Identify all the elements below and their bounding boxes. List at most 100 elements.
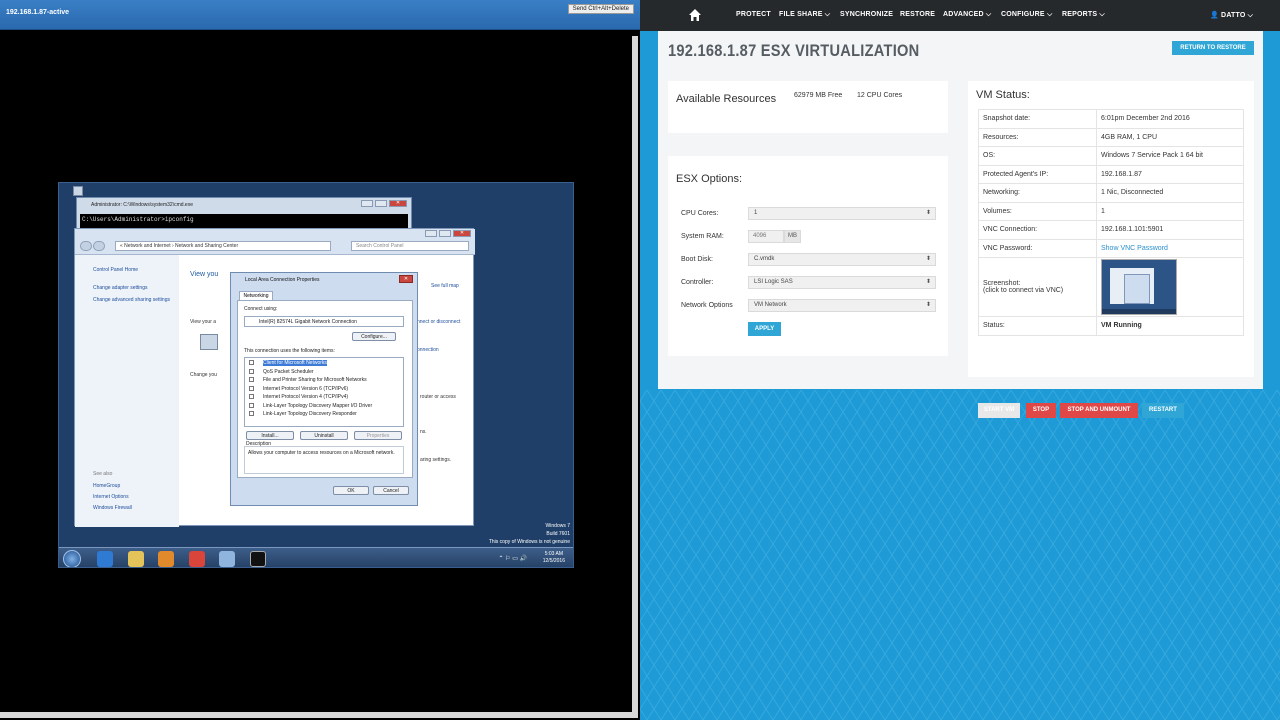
recycle-bin-icon[interactable] [73,186,83,196]
network-window-icon[interactable] [219,551,235,567]
cmd-taskbar-icon[interactable] [250,551,266,567]
stop-button[interactable]: STOP [1026,403,1056,418]
list-item[interactable]: Link-Layer Topology Discovery Responder [249,411,357,417]
guest-desktop[interactable]: Administrator: C:\Windows\system32\cmd.e… [58,182,574,568]
address-bar[interactable]: « Network and Internet › Network and Sha… [115,241,331,251]
table-row: Protected Agent's IP: 192.168.1.87 [978,164,1244,184]
minimize-button[interactable] [361,200,373,207]
vnc-viewer[interactable]: 192.168.1.87-active Send Ctrl+Alt+Delete… [0,0,640,720]
stop-and-unmount-button[interactable]: STOP AND UNMOUNT [1060,403,1138,418]
row-key: Volumes: [978,201,1097,221]
connection-link[interactable]: onnection [417,347,439,353]
folder-icon[interactable] [128,551,144,567]
system-ram-input[interactable]: 4096 [748,230,784,243]
maximize-button[interactable] [375,200,387,207]
restart-button[interactable]: RESTART [1142,403,1184,418]
resources-free: 62979 MB Free [794,92,843,99]
list-item[interactable]: Link-Layer Topology Discovery Mapper I/O… [249,403,372,409]
list-item[interactable]: Internet Protocol Version 4 (TCP/IPv4) [249,394,348,400]
checkbox[interactable] [249,394,254,400]
show-vnc-password-link[interactable]: Show VNC Password [1101,245,1168,252]
minimize-button[interactable] [425,230,437,237]
system-tray[interactable]: ⌃ ⚐ ▭ 🔊 [498,555,527,562]
install-button[interactable]: Install... [246,431,294,440]
return-to-restore-button[interactable]: RETURN TO RESTORE [1172,41,1254,55]
nav-synchronize[interactable]: SYNCHRONIZE [840,11,893,18]
ok-button[interactable]: OK [333,486,369,495]
list-item[interactable]: File and Printer Sharing for Microsoft N… [249,377,367,383]
home-icon[interactable] [688,8,702,22]
view-your-text: View your a [190,319,217,325]
vm-screenshot-thumbnail[interactable] [1101,259,1177,315]
send-ctrl-alt-delete-button[interactable]: Send Ctrl+Alt+Delete [567,4,634,14]
cmd-line: C:\Users\Administrator>ipconfig [82,216,194,223]
clock[interactable]: 5:03 AM 12/5/2016 [543,551,565,565]
resources-heading: Available Resources [676,93,777,105]
chrome-icon[interactable] [189,551,205,567]
nav-user-menu[interactable]: 👤 DATTO ⌵ [1210,11,1253,20]
internet-options-link[interactable]: Internet Options [93,494,129,500]
screenshot-label: Screenshot: [983,280,1021,287]
row-key: OS: [978,146,1097,166]
checkbox[interactable] [249,411,254,417]
row-value: Show VNC Password [1096,238,1244,258]
items-list[interactable]: Client for Microsoft Networks QoS Packet… [244,357,404,427]
controller-select[interactable]: LSI Logic SAS ⬍ [748,276,936,289]
vnc-horizontal-scrollbar[interactable] [0,712,638,718]
nav-restore[interactable]: RESTORE [900,11,935,18]
table-row: Resources: 4GB RAM, 1 CPU [978,127,1244,147]
control-panel-home-link[interactable]: Control Panel Home [93,267,138,273]
list-item[interactable]: Client for Microsoft Networks [249,360,327,366]
internet-explorer-icon[interactable] [97,551,113,567]
nav-file-share[interactable]: FILE SHARE ⌵ [779,11,830,19]
close-button[interactable]: ✕ [389,200,407,207]
nav-configure[interactable]: CONFIGURE ⌵ [1001,11,1052,19]
list-item[interactable]: Internet Protocol Version 6 (TCP/IPv6) [249,386,348,392]
uninstall-button[interactable]: Uninstall [300,431,348,440]
media-player-icon[interactable] [158,551,174,567]
forward-button[interactable] [93,241,105,251]
lan-properties-dialog[interactable]: Local Area Connection Properties ✕ Netwo… [230,272,418,506]
checkbox[interactable] [249,360,254,366]
controller-label: Controller: [681,279,714,286]
cancel-button[interactable]: Cancel [373,486,409,495]
checkbox[interactable] [249,377,254,383]
configure-button[interactable]: Configure... [352,332,396,341]
clock-time: 5:03 AM [544,551,564,557]
row-value: 192.168.1.87 [1096,164,1244,184]
ram-unit: MB [784,230,801,243]
checkbox[interactable] [249,369,254,375]
windows-firewall-link[interactable]: Windows Firewall [93,505,132,511]
network-options-select[interactable]: VM Network ⬍ [748,299,936,312]
properties-button[interactable]: Properties [354,431,402,440]
see-full-map-link[interactable]: See full map [431,283,459,289]
close-button[interactable]: ✕ [453,230,471,237]
vm-status-heading: VM Status: [976,89,1030,101]
change-adapter-settings-link[interactable]: Change adapter settings [93,285,147,291]
ns-text: ns. [420,429,427,435]
cpu-cores-select[interactable]: 1 ⬍ [748,207,936,220]
status-value: VM Running [1096,316,1244,336]
watermark-genuine: This copy of Windows is not genuine [488,539,570,545]
start-vm-button[interactable]: START VM [978,403,1020,418]
boot-disk-select[interactable]: C.vmdk ⬍ [748,253,936,266]
checkbox[interactable] [249,403,254,409]
nav-protect[interactable]: PROTECT [736,11,771,18]
search-input[interactable]: Search Control Panel [351,241,469,251]
row-value: 192.168.1.101:5901 [1096,220,1244,240]
close-button[interactable]: ✕ [399,275,413,283]
nav-reports[interactable]: REPORTS ⌵ [1062,11,1105,19]
vnc-scrollbar[interactable] [632,36,638,712]
start-button[interactable] [63,550,81,567]
connect-disconnect-link[interactable]: nnect or disconnect [417,319,460,325]
homegroup-link[interactable]: HomeGroup [93,483,120,489]
back-button[interactable] [80,241,92,251]
maximize-button[interactable] [439,230,451,237]
change-advanced-sharing-link[interactable]: Change advanced sharing settings [93,297,173,303]
checkbox[interactable] [249,386,254,392]
apply-button[interactable]: APPLY [748,322,781,336]
row-key: Networking: [978,183,1097,203]
list-item[interactable]: QoS Packet Scheduler [249,369,314,375]
nav-advanced[interactable]: ADVANCED ⌵ [943,11,991,19]
cmd-title: Administrator: C:\Windows\system32\cmd.e… [91,202,193,208]
